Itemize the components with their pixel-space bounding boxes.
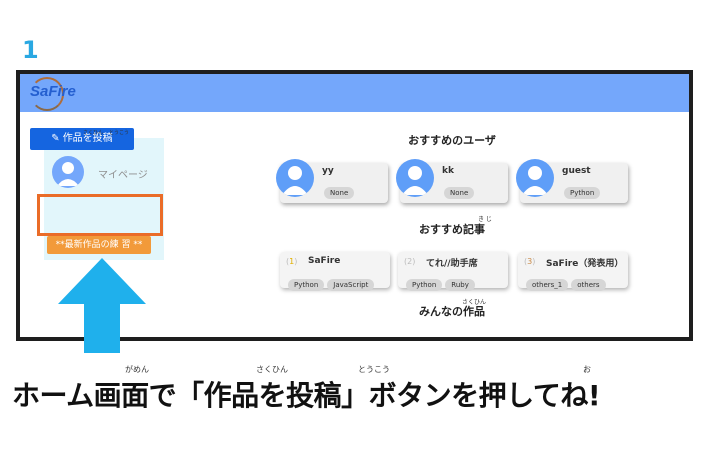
pencil-icon: ✎ bbox=[51, 133, 60, 144]
article-title: てれ//助手席 bbox=[426, 259, 478, 269]
user-name: yy bbox=[322, 166, 334, 176]
user-card[interactable]: guest Python bbox=[516, 159, 628, 203]
article-card[interactable]: (1) SaFire Python JavaScript bbox=[280, 252, 390, 291]
avatar-icon[interactable] bbox=[52, 156, 84, 188]
everyone-works-title: みんなの作品 bbox=[419, 305, 485, 318]
post-ruby-1: さくひん bbox=[83, 130, 104, 136]
article-card[interactable]: (3) SaFire（発表用） others_1 others bbox=[518, 252, 628, 291]
article-title: SaFire bbox=[308, 256, 341, 266]
user-name: kk bbox=[442, 166, 454, 176]
article-tag: others bbox=[571, 279, 606, 291]
practice-button[interactable]: **最新作品の練 習 ** bbox=[47, 236, 151, 254]
recommended-articles-title: おすすめ記事 bbox=[419, 223, 485, 236]
user-card[interactable]: kk None bbox=[396, 159, 508, 203]
article-tag: Python bbox=[406, 279, 443, 291]
article-tag: Python bbox=[288, 279, 325, 291]
user-avatar-icon bbox=[396, 159, 434, 197]
article-tag: others_1 bbox=[526, 279, 569, 291]
article-tag: JavaScript bbox=[327, 279, 375, 291]
user-name: guest bbox=[562, 166, 591, 176]
highlight-box bbox=[37, 194, 163, 236]
rank-badge: (1) bbox=[286, 257, 298, 266]
user-avatar-icon bbox=[276, 159, 314, 197]
instruction-caption: ホーム画面で「作品を投稿」ボタンを押してね! bbox=[12, 379, 601, 412]
app-header: SaFire bbox=[20, 74, 689, 112]
article-tag: Ruby bbox=[445, 279, 475, 291]
user-tag: None bbox=[444, 187, 475, 199]
up-arrow-icon bbox=[58, 258, 146, 353]
recommended-users-title: おすすめのユーザ bbox=[408, 134, 496, 147]
mypage-link[interactable]: マイページ bbox=[98, 166, 148, 181]
user-card[interactable]: yy None bbox=[276, 159, 388, 203]
user-tag: None bbox=[324, 187, 355, 199]
app-logo[interactable]: SaFire bbox=[30, 83, 76, 100]
article-title: SaFire（発表用） bbox=[546, 259, 624, 269]
rank-badge: (3) bbox=[524, 257, 536, 266]
rank-badge: (2) bbox=[404, 257, 416, 266]
post-ruby-2: とうこう bbox=[109, 130, 130, 136]
step-number: 1 bbox=[22, 36, 39, 64]
user-avatar-icon bbox=[516, 159, 554, 197]
user-tag: Python bbox=[564, 187, 601, 199]
article-card[interactable]: (2) てれ//助手席 Python Ruby bbox=[398, 252, 508, 291]
